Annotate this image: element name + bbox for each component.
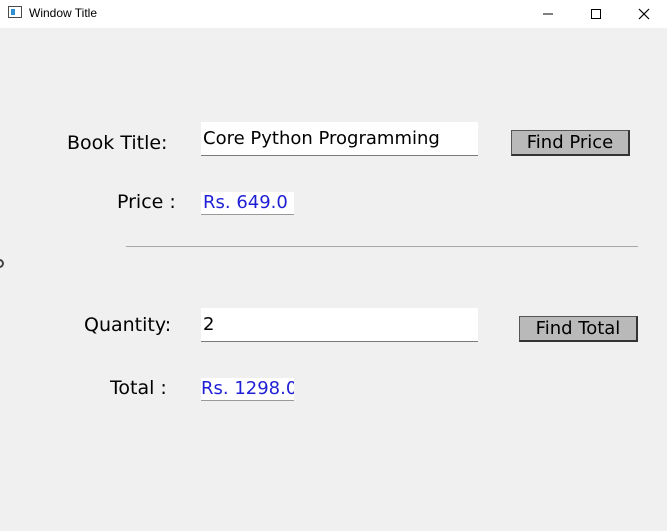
quantity-label: Quantity: bbox=[84, 314, 172, 336]
find-total-button[interactable]: Find Total bbox=[519, 316, 638, 342]
total-label: Total : bbox=[110, 377, 167, 399]
separator bbox=[126, 246, 638, 247]
window-title: Window Title bbox=[29, 6, 98, 20]
book-title-label: Book Title: bbox=[67, 132, 168, 154]
window-client-area bbox=[0, 28, 667, 531]
close-button[interactable] bbox=[620, 0, 667, 28]
find-price-button[interactable]: Find Price bbox=[511, 130, 630, 156]
quantity-input[interactable] bbox=[201, 308, 478, 342]
title-bar[interactable]: Window Title bbox=[0, 0, 667, 28]
maximize-icon bbox=[591, 9, 601, 19]
price-label: Price : bbox=[117, 191, 176, 213]
total-value: Rs. 1298.0 bbox=[201, 378, 294, 401]
book-title-input[interactable] bbox=[201, 122, 478, 156]
maximize-button[interactable] bbox=[572, 0, 620, 28]
minimize-icon bbox=[543, 13, 553, 15]
close-icon bbox=[638, 8, 650, 20]
price-value: Rs. 649.0 bbox=[201, 192, 294, 215]
app-icon bbox=[8, 6, 22, 18]
minimize-button[interactable] bbox=[524, 0, 572, 28]
